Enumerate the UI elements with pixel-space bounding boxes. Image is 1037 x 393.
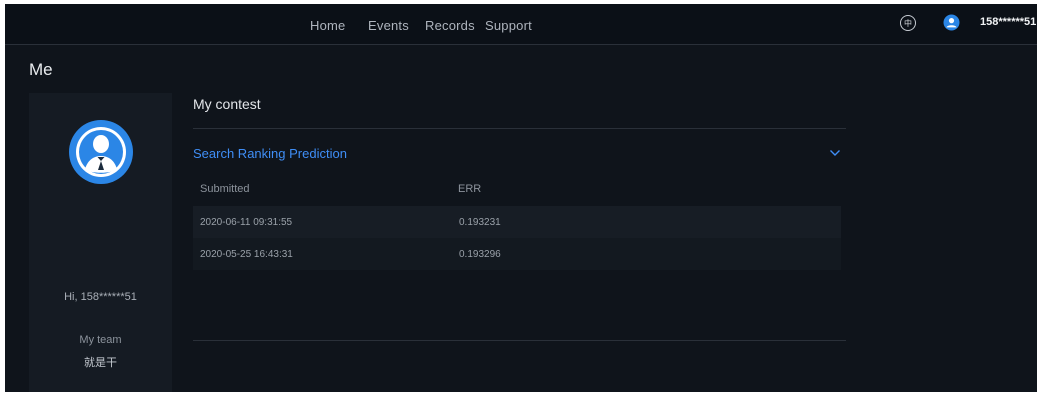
app-window: Home Events Records Support 中 158******5… [5,4,1037,392]
user-name[interactable]: 158******51 [980,16,1036,28]
cell-submitted: 2020-05-25 16:43:31 [200,249,293,260]
profile-avatar-icon [69,120,133,184]
nav-home[interactable]: Home [310,18,345,33]
page-title: Me [29,60,53,79]
cell-submitted: 2020-06-11 09:31:55 [200,217,293,228]
table-row: 2020-06-11 09:31:55 0.193231 [193,206,841,238]
nav-support[interactable]: Support [485,18,532,33]
chevron-down-icon[interactable] [829,149,841,157]
column-header-submitted: Submitted [200,183,250,195]
team-name: 就是干 [84,357,117,369]
divider [193,340,846,341]
user-avatar-icon[interactable] [943,14,960,31]
section-title: My contest [193,96,261,112]
profile-card: Hi, 158******51 My team 就是干 [29,93,172,392]
contest-title-link[interactable]: Search Ranking Prediction [193,146,347,161]
divider [193,128,846,129]
column-header-err: ERR [458,183,482,195]
nav-events[interactable]: Events [368,18,409,33]
profile-greeting: Hi, 158******51 [64,291,137,303]
nav-records[interactable]: Records [425,18,475,33]
team-label: My team [79,334,122,346]
cell-err: 0.193296 [459,249,501,260]
top-navbar: Home Events Records Support 中 158******5… [5,4,1037,45]
table-row: 2020-05-25 16:43:31 0.193296 [193,238,841,270]
language-toggle-label: 中 [904,18,912,28]
cell-err: 0.193231 [459,217,501,228]
language-toggle-button[interactable]: 中 [900,15,916,31]
